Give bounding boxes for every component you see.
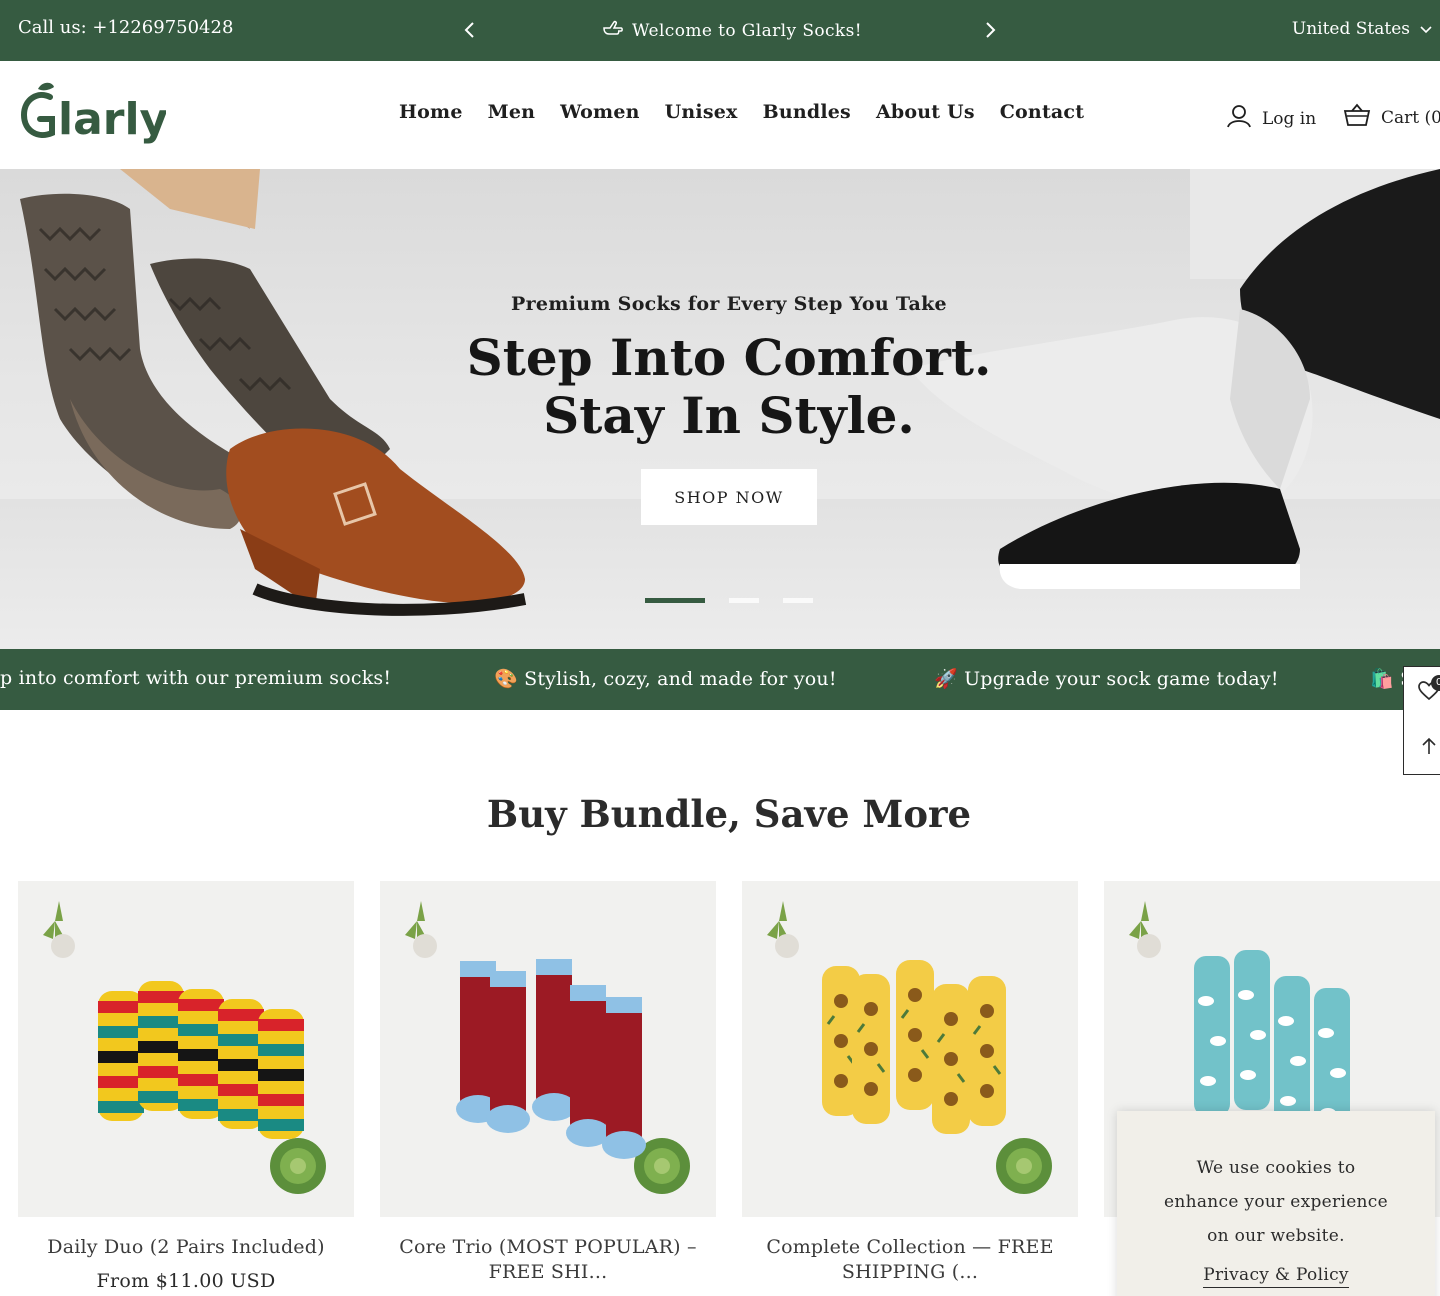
hand-point-icon (602, 19, 624, 42)
product-image (380, 881, 716, 1217)
call-us-text[interactable]: Call us: +12269750428 (18, 17, 233, 38)
cart-label: Cart (0) (1381, 107, 1440, 128)
site-header: larly Home Men Women Unisex Bundles Abou… (0, 61, 1440, 169)
basket-icon (1343, 103, 1371, 132)
slider-dots (645, 598, 813, 603)
marquee-item: 🎨 Stylish, cozy, and made for you! (494, 668, 837, 690)
login-link[interactable]: Log in (1226, 103, 1316, 134)
user-icon (1226, 103, 1252, 134)
country-label: United States (1291, 19, 1410, 39)
nav-unisex[interactable]: Unisex (665, 101, 738, 123)
glarly-logo-icon: larly (20, 82, 166, 145)
wishlist-count-badge: 0 (1431, 675, 1440, 691)
product-title[interactable]: Core Trio (MOST POPULAR) – FREE SHI... (380, 1235, 716, 1285)
striped-socks-image (43, 901, 326, 1194)
nav-bundles[interactable]: Bundles (763, 101, 851, 123)
nav-contact[interactable]: Contact (1000, 101, 1084, 123)
nav-men[interactable]: Men (488, 101, 536, 123)
welcome-text: Welcome to Glarly Socks! (632, 20, 862, 41)
country-selector[interactable]: United States (1292, 19, 1432, 39)
announcement-message: Welcome to Glarly Socks! (602, 19, 862, 42)
cookie-banner: We use cookies to enhance your experienc… (1117, 1111, 1435, 1296)
cookie-message: We use cookies to enhance your experienc… (1164, 1158, 1388, 1246)
product-image (742, 881, 1078, 1217)
promo-marquee: p into comfort with our premium socks! 🎨… (0, 649, 1440, 710)
marquee-item: p into comfort with our premium socks! (0, 667, 392, 689)
hero-banner: Premium Socks for Every Step You Take St… (0, 169, 1440, 649)
product-card[interactable]: Daily Duo (2 Pairs Included) From $11.00… (18, 881, 354, 1292)
slider-dot-1[interactable] (645, 598, 705, 603)
hero-text-block: Premium Socks for Every Step You Take St… (0, 293, 1440, 445)
nav-about-us[interactable]: About Us (876, 101, 975, 123)
product-card[interactable]: Core Trio (MOST POPULAR) – FREE SHI... (380, 881, 716, 1285)
logo-wordmark: larly (58, 94, 166, 145)
announcement-next-arrow-icon[interactable] (978, 18, 1002, 42)
hero-title-line-2: Stay In Style. (543, 386, 915, 445)
cart-link[interactable]: Cart (0) (1343, 103, 1440, 132)
marquee-item: 🚀 Upgrade your sock game today! (934, 668, 1279, 690)
announcement-bar: Call us: +12269750428 Welcome to Glarly … (0, 0, 1440, 61)
main-nav: Home Men Women Unisex Bundles About Us C… (399, 101, 1084, 123)
bundles-section-title: Buy Bundle, Save More (486, 792, 972, 836)
announcement-prev-arrow-icon[interactable] (458, 18, 482, 42)
product-title[interactable]: Complete Collection — FREE SHIPPING (... (742, 1235, 1078, 1285)
product-title[interactable]: Daily Duo (2 Pairs Included) (18, 1235, 354, 1260)
shop-now-button[interactable]: SHOP NOW (641, 469, 817, 525)
chevron-down-icon (1420, 19, 1432, 39)
nav-home[interactable]: Home (399, 101, 463, 123)
product-image (18, 881, 354, 1217)
login-label: Log in (1262, 108, 1317, 129)
slider-dot-2[interactable] (729, 598, 759, 603)
site-logo[interactable]: larly (16, 79, 166, 149)
hero-kicker: Premium Socks for Every Step You Take (511, 293, 947, 315)
arrow-up-icon[interactable] (1421, 737, 1437, 759)
product-price: From $11.00 USD (96, 1270, 276, 1292)
floating-toolbar: 0 (1403, 666, 1440, 775)
nav-women[interactable]: Women (560, 101, 639, 123)
slider-dot-3[interactable] (783, 598, 813, 603)
privacy-policy-link[interactable]: Privacy & Policy (1203, 1265, 1349, 1288)
product-card[interactable]: Complete Collection — FREE SHIPPING (... (742, 881, 1078, 1285)
hero-title-line-1: Step Into Comfort. (466, 328, 992, 387)
sunflower-socks-image (767, 901, 1052, 1194)
red-socks-image (405, 901, 690, 1194)
